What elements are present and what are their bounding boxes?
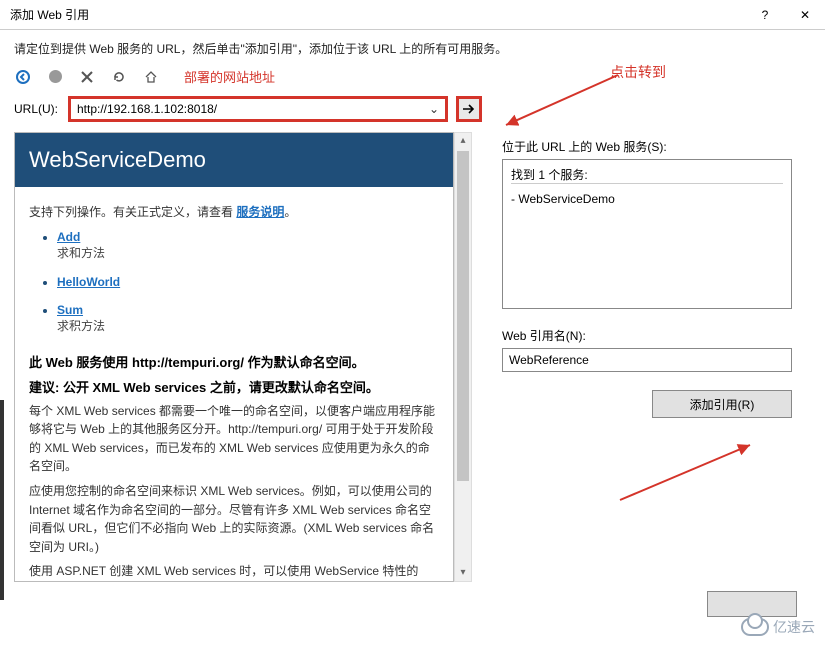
web-preview-pane: WebServiceDemo 支持下列操作。有关正式定义，请查看 服务说明。 A… [14, 132, 454, 582]
op-link-add[interactable]: Add [57, 230, 80, 244]
preview-paragraph: 每个 XML Web services 都需要一个唯一的命名空间，以便客户端应用… [29, 402, 439, 476]
back-icon[interactable] [14, 68, 32, 86]
op-link-sum[interactable]: Sum [57, 303, 83, 317]
titlebar: 添加 Web 引用 ? ✕ [0, 0, 825, 30]
scroll-down-icon[interactable]: ▾ [455, 565, 471, 581]
service-description-link[interactable]: 服务说明 [236, 205, 284, 219]
stop-icon[interactable] [78, 68, 96, 86]
service-item[interactable]: - WebServiceDemo [511, 192, 783, 206]
right-panel: 位于此 URL 上的 Web 服务(S): 找到 1 个服务: - WebSer… [474, 132, 811, 582]
preview-title: WebServiceDemo [15, 133, 453, 187]
preview-support-line: 支持下列操作。有关正式定义，请查看 服务说明。 [29, 203, 439, 222]
window-title: 添加 Web 引用 [10, 6, 745, 23]
services-label: 位于此 URL 上的 Web 服务(S): [502, 138, 811, 155]
list-item: HelloWorld [57, 275, 439, 289]
preview-recommend-heading: 建议: 公开 XML Web services 之前，请更改默认命名空间。 [29, 377, 439, 396]
watermark: 亿速云 [741, 617, 815, 637]
forward-disabled-icon [46, 68, 64, 86]
url-row: URL(U): ⌄ [0, 92, 825, 132]
scroll-thumb[interactable] [457, 151, 469, 481]
preview-paragraph: 使用 ASP.NET 创建 XML Web services 时，可以使用 We… [29, 562, 439, 582]
scroll-up-icon[interactable]: ▴ [455, 133, 471, 149]
close-button[interactable]: ✕ [785, 0, 825, 30]
reference-name-label: Web 引用名(N): [502, 327, 811, 344]
preview-scrollbar[interactable]: ▴ ▾ [454, 132, 472, 582]
preview-paragraph: 应使用您控制的命名空间来标识 XML Web services。例如，可以使用公… [29, 482, 439, 556]
url-label: URL(U): [14, 102, 58, 116]
instruction-text: 请定位到提供 Web 服务的 URL，然后单击"添加引用"，添加位于该 URL … [0, 30, 825, 63]
op-link-helloworld[interactable]: HelloWorld [57, 275, 120, 289]
services-found-text: 找到 1 个服务: [511, 166, 783, 184]
add-reference-button[interactable]: 添加引用(R) [652, 390, 792, 418]
help-button[interactable]: ? [745, 0, 785, 30]
annotation-click-go: 点击转到 [610, 62, 666, 82]
browser-toolbar: 部署的网站地址 [0, 63, 825, 92]
services-listbox[interactable]: 找到 1 个服务: - WebServiceDemo [502, 159, 792, 309]
reference-name-input[interactable] [502, 348, 792, 372]
url-input[interactable] [75, 101, 427, 117]
url-combobox[interactable]: ⌄ [68, 96, 448, 122]
cloud-icon [741, 618, 769, 636]
preview-namespace-heading: 此 Web 服务使用 http://tempuri.org/ 作为默认命名空间。 [29, 352, 439, 371]
chevron-down-icon[interactable]: ⌄ [427, 102, 441, 116]
go-button[interactable] [456, 96, 482, 122]
main-content-row: WebServiceDemo 支持下列操作。有关正式定义，请查看 服务说明。 A… [14, 132, 811, 582]
refresh-icon[interactable] [110, 68, 128, 86]
home-icon[interactable] [142, 68, 160, 86]
list-item: Sum 求积方法 [57, 303, 439, 334]
list-item: Add 求和方法 [57, 230, 439, 261]
left-edge-artifact [0, 400, 4, 600]
annotation-deploy-address: 部署的网站地址 [184, 67, 275, 86]
